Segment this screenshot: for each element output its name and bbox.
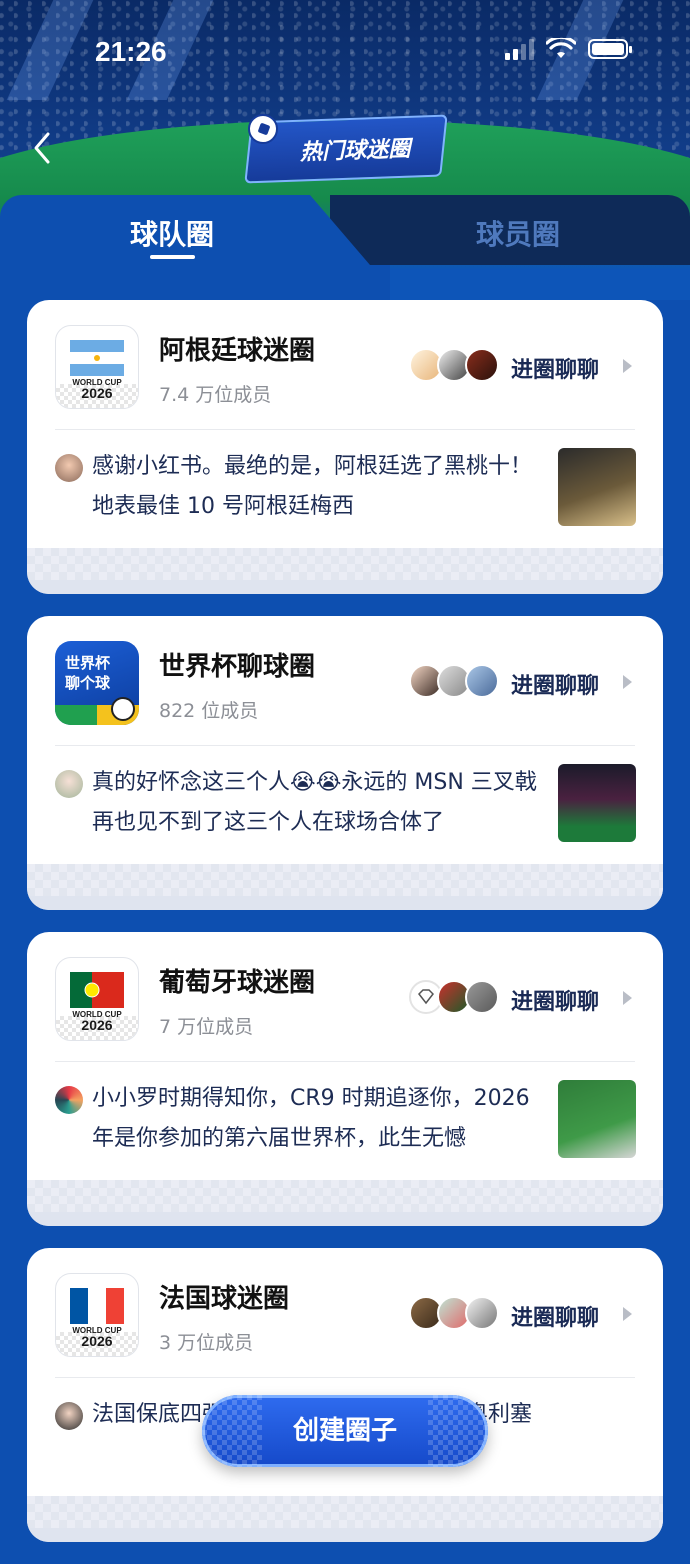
divider [55, 1377, 635, 1378]
latest-post-text[interactable]: 小小罗时期得知你，CR9 时期追逐你，2026 年是你参加的第六届世界杯，此生无… [92, 1079, 537, 1159]
status-icons [505, 38, 632, 60]
create-circle-label: 创建圈子 [292, 1416, 397, 1446]
avatar [465, 348, 499, 382]
circle-name: 法国球迷圈 [159, 1284, 290, 1314]
tab-team-circles[interactable]: 球队圈 [130, 213, 214, 253]
card-checker-footer [27, 548, 663, 594]
wifi-icon [546, 38, 576, 58]
member-count: 7.4 万位成员 [159, 384, 272, 406]
enter-circle-button[interactable]: 进圈聊聊 [511, 352, 599, 384]
battery-icon [588, 39, 632, 59]
chevron-right-icon [623, 359, 632, 373]
chevron-left-icon [34, 132, 50, 164]
post-thumbnail[interactable] [558, 764, 636, 842]
chevron-right-icon [623, 675, 632, 689]
circle-name: 阿根廷球迷圈 [159, 336, 316, 366]
latest-post-text[interactable]: 真的好怀念这三个人😭😭永远的 MSN 三叉戟再也见不到了这三个人在球场合体了 [92, 763, 537, 843]
enter-circle-button[interactable]: 进圈聊聊 [511, 1300, 599, 1332]
post-author-avatar [55, 1402, 83, 1430]
page-title: 热门球迷圈 [299, 136, 411, 166]
status-time: 21:26 [95, 36, 167, 67]
post-author-avatar [55, 770, 83, 798]
post-thumbnail[interactable] [558, 1080, 636, 1158]
member-count: 7 万位成员 [159, 1016, 254, 1038]
logo-caption: WORLD CUP 2026 [72, 1326, 122, 1349]
circle-name: 世界杯聊球圈 [159, 652, 316, 682]
logo-caption: WORLD CUP 2026 [72, 1010, 122, 1033]
divider [55, 1061, 635, 1062]
member-avatars [409, 664, 499, 700]
france-flag-icon [70, 1288, 124, 1324]
card-checker-footer [27, 1496, 663, 1542]
circle-card-worldcup-chat[interactable]: 世界杯 聊个球 世界杯聊球圈 822 位成员 进圈聊聊 真的好怀念这三个人😭😭永远… [27, 616, 663, 910]
avatar [465, 980, 499, 1014]
divider [55, 429, 635, 430]
back-button[interactable] [26, 128, 62, 168]
avatar [465, 1296, 499, 1330]
avatar [465, 664, 499, 698]
post-author-avatar [55, 454, 83, 482]
enter-circle-button[interactable]: 进圈聊聊 [511, 984, 599, 1016]
argentina-flag-icon [70, 340, 124, 376]
tab-active-indicator [150, 255, 195, 259]
member-avatars [409, 1296, 499, 1332]
member-avatars [409, 980, 499, 1016]
circle-logo: 世界杯 聊个球 [55, 641, 139, 725]
chevron-right-icon [623, 991, 632, 1005]
portugal-flag-icon [70, 972, 124, 1008]
create-circle-button[interactable]: 创建圈子 [202, 1395, 488, 1467]
signal-icon [505, 38, 534, 60]
circle-name: 葡萄牙球迷圈 [159, 968, 316, 998]
soccer-ball-icon [248, 114, 278, 144]
enter-circle-button[interactable]: 进圈聊聊 [511, 668, 599, 700]
circle-logo: WORLD CUP 2026 [55, 1273, 139, 1357]
card-checker-footer [27, 864, 663, 910]
logo-caption: WORLD CUP 2026 [72, 378, 122, 401]
latest-post-text[interactable]: 感谢小红书。最绝的是，阿根廷选了黑桃十！地表最佳 10 号阿根廷梅西 [92, 447, 537, 527]
tab-bar: 球队圈 球员圈 [0, 195, 690, 300]
post-author-avatar [55, 1086, 83, 1114]
circle-logo: WORLD CUP 2026 [55, 957, 139, 1041]
circle-list: WORLD CUP 2026 阿根廷球迷圈 7.4 万位成员 进圈聊聊 感谢小红书… [27, 300, 663, 1564]
tab-player-circles[interactable]: 球员圈 [476, 213, 560, 253]
logo-text: 世界杯 聊个球 [65, 654, 111, 692]
circle-card-portugal[interactable]: WORLD CUP 2026 葡萄牙球迷圈 7 万位成员 进圈聊聊 小小罗时期得知… [27, 932, 663, 1226]
circle-card-argentina[interactable]: WORLD CUP 2026 阿根廷球迷圈 7.4 万位成员 进圈聊聊 感谢小红书… [27, 300, 663, 594]
card-checker-footer [27, 1180, 663, 1226]
divider [55, 745, 635, 746]
chevron-right-icon [623, 1307, 632, 1321]
member-count: 822 位成员 [159, 700, 259, 722]
post-thumbnail[interactable] [558, 448, 636, 526]
member-avatars [409, 348, 499, 384]
soccer-ball-icon [111, 697, 135, 721]
member-count: 3 万位成员 [159, 1332, 254, 1354]
circle-logo: WORLD CUP 2026 [55, 325, 139, 409]
